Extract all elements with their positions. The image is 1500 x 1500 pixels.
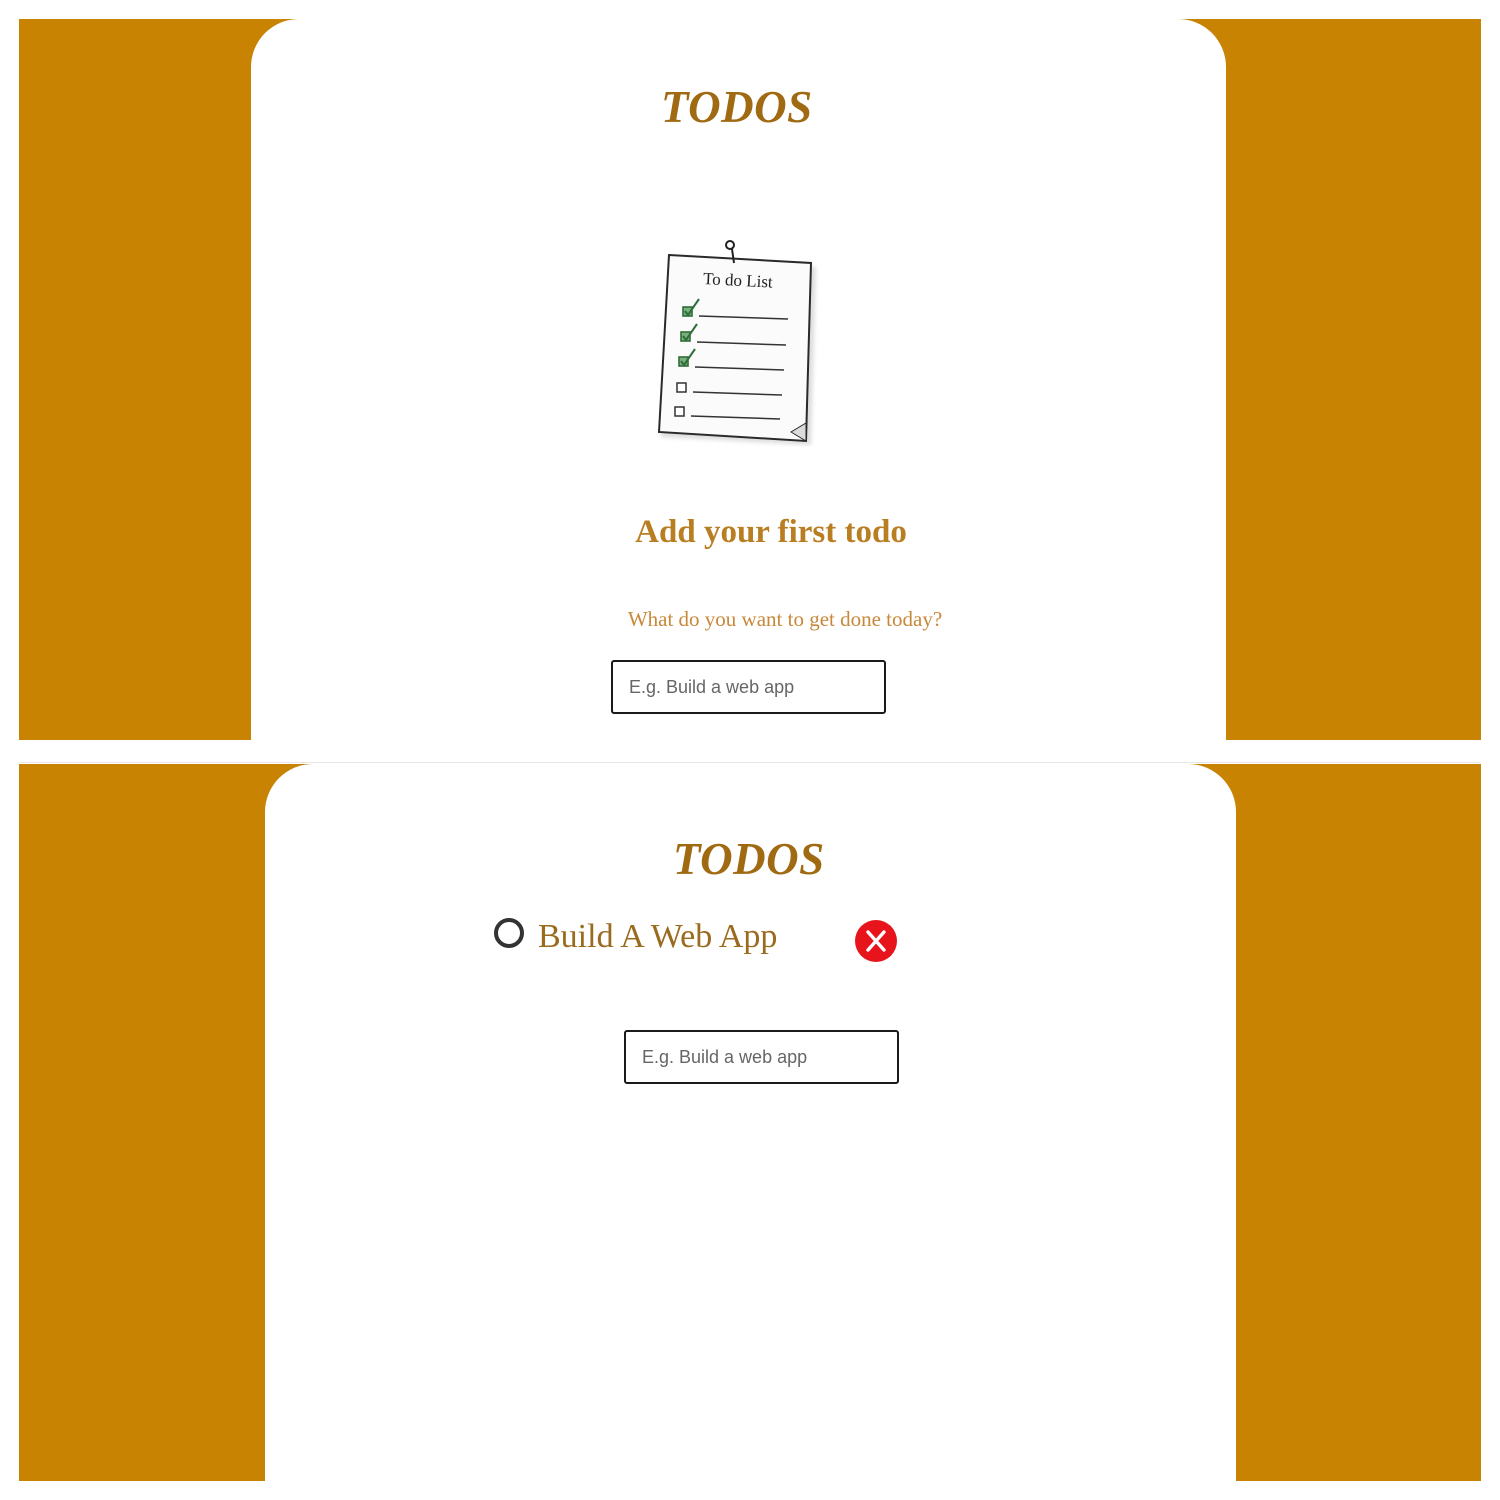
todo-app-screen-with-item: TODOS Build A Web App — [19, 764, 1481, 1481]
todo-app-screen-empty: TODOS To do List Add your first todo Wha… — [19, 19, 1481, 740]
illustration-label: To do List — [703, 269, 774, 292]
app-title: TODOS — [673, 834, 825, 884]
new-todo-input[interactable] — [624, 1030, 899, 1084]
todo-item-text: Build A Web App — [538, 918, 778, 955]
app-title: TODOS — [661, 82, 813, 132]
todo-item: Build A Web App — [494, 914, 914, 964]
empty-state-heading: Add your first todo — [635, 514, 907, 550]
todo-card: TODOS Build A Web App — [265, 764, 1236, 1481]
delete-todo-button[interactable] — [855, 920, 897, 962]
empty-state-subtitle: What do you want to get done today? — [627, 607, 943, 631]
new-todo-input[interactable] — [611, 660, 886, 714]
screen-separator — [19, 762, 1481, 763]
todo-card: TODOS To do List Add your first todo Wha… — [251, 19, 1226, 740]
todo-list-illustration: To do List — [657, 240, 816, 445]
circle-outline-icon[interactable] — [494, 918, 524, 948]
close-x-icon — [866, 930, 886, 952]
